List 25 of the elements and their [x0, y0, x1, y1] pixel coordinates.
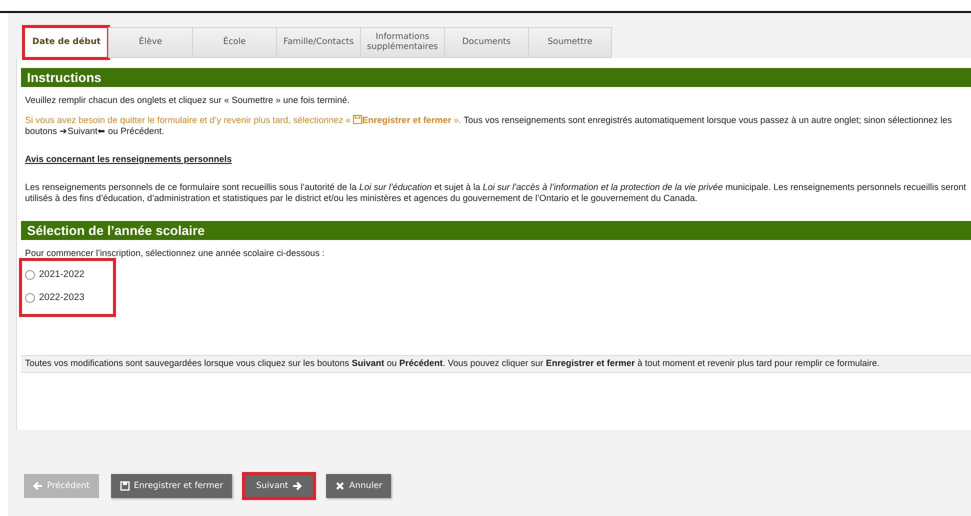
nav-button[interactable]: Enregistrer et fermer: [110, 474, 232, 498]
tab[interactable]: Informations supplémentaires: [360, 27, 444, 58]
privacy-heading: Avis concernant les renseignements personnels: [24, 154, 233, 166]
save-icon: [353, 114, 362, 124]
arrow-right-icon: [292, 481, 302, 491]
tab[interactable]: École: [192, 27, 276, 58]
save-icon: [120, 481, 130, 491]
nav-button[interactable]: Suivant: [244, 474, 314, 498]
year-radio[interactable]: 2021-2022: [25, 268, 84, 282]
tab[interactable]: Soumettre: [528, 27, 612, 58]
tab[interactable]: Documents: [444, 27, 528, 58]
section-header: Instructions: [21, 68, 971, 87]
tab[interactable]: Date de début: [24, 27, 108, 58]
close-icon: [335, 481, 346, 491]
nav-button[interactable]: Annuler: [326, 474, 392, 498]
section-header: Sélection de l’année scolaire: [21, 221, 971, 240]
tab[interactable]: Famille/Contacts: [276, 27, 360, 58]
privacy-text: Les renseignements personnels de ce formulaire sont recueillis sous l’autorité de la Loi sur l’éducation et sujet à la Loi sur l’accès à l’information et la protection de la vie privée municipale. Les renseignements personnels recueillis seront utilisés à des fins d’éducation, d’administration et statistiques par le district et/ou les ministères et agences du gouvernement de l’Ontario et le gouvernement du Canada.: [24, 182, 968, 206]
instruction-text: Veuillez remplir chacun des onglets et cliquez sur « Soumettre » une fois terminé.: [24, 95, 351, 107]
arrow-left-icon: [33, 481, 43, 491]
year-prompt: Pour commencer l’inscription, sélectionnez une année scolaire ci-dessous :: [24, 248, 326, 260]
year-radio[interactable]: 2022-2023: [25, 291, 84, 306]
save-notice-text: Si vous avez besoin de quitter le formulaire et d’y revenir plus tard, sélectionnez « Enregistrer et fermer ». Tous vos renseignements sont enregistrés automatiquement lorsque vous passez à un autre onglet; sinon sélectionnez les boutons ➔Suivant⬅ ou Précédent.: [24, 114, 953, 138]
footer-note: Toutes vos modifications sont sauvegardées lorsque vous cliquez sur les boutons Suivant ou Précédent. Vous pouvez cliquer sur Enregistrer et fermer à tout moment et revenir plus tard pour remplir ce formulaire.: [21, 355, 971, 373]
tab[interactable]: Élève: [108, 27, 192, 58]
